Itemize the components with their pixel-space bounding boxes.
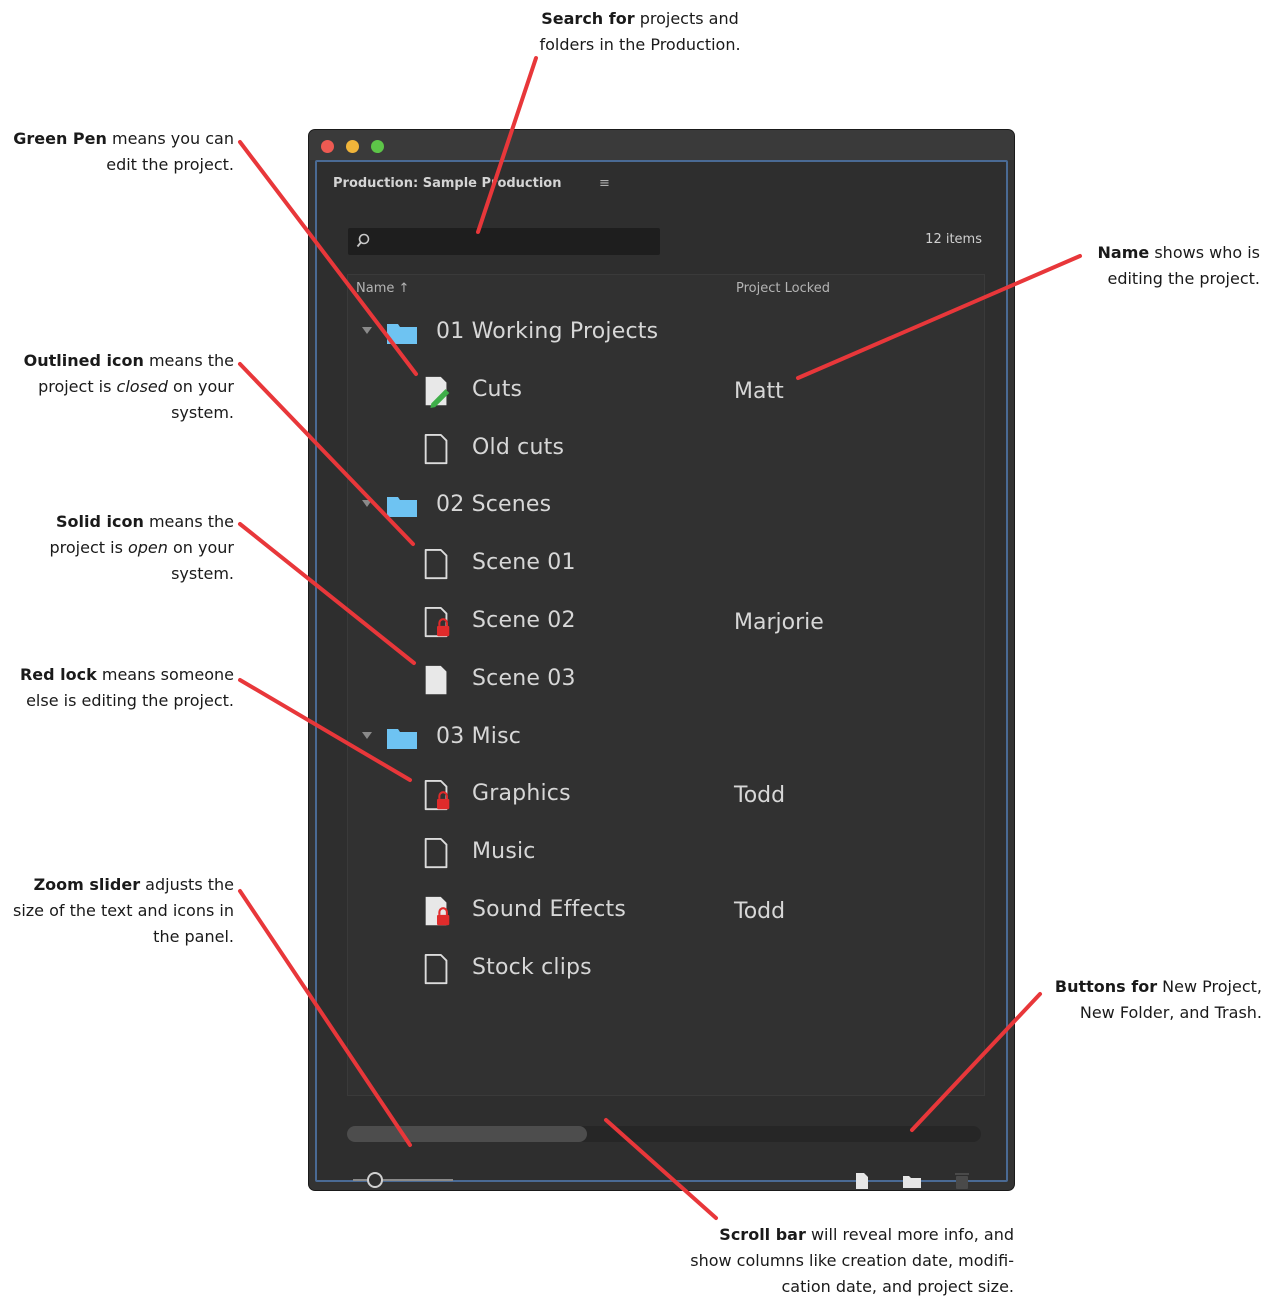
locked-by-name: Todd [734, 899, 786, 924]
solid-project-icon [425, 665, 447, 695]
row-label: Cuts [472, 376, 523, 402]
folder-row[interactable]: 03 Misc [348, 714, 984, 764]
scrollbar-thumb[interactable] [347, 1126, 587, 1142]
green-pen-project-icon [425, 376, 450, 408]
row-label: Sound Effects [472, 897, 626, 922]
row-label: 02 Scenes [436, 492, 552, 518]
zoom-slider-callout: Zoom slider adjusts the size of the text… [13, 875, 234, 946]
solid-red-lock-project-icon [425, 896, 450, 926]
red-lock-project-icon [424, 780, 450, 811]
minimize-window-button[interactable] [346, 140, 359, 153]
project-row[interactable]: Stock clips [348, 945, 984, 995]
project-list: Name ↑ Project Locked 01 Working Project… [347, 274, 985, 1096]
project-row[interactable]: Graphics Todd [348, 771, 984, 821]
title-bar [309, 130, 1014, 160]
buttons-callout: Buttons for New Project, New Folder, and… [1054, 977, 1262, 1022]
row-label: 01 Working Projects [436, 319, 659, 344]
project-row[interactable]: Music [348, 829, 984, 879]
disclosure-triangle-icon[interactable] [362, 731, 372, 739]
project-row[interactable]: Old cuts [348, 425, 984, 475]
trash-button[interactable] [951, 1170, 973, 1190]
row-label: Stock clips [472, 954, 592, 980]
project-row[interactable]: Scene 01 [348, 540, 984, 590]
column-header-project-locked[interactable]: Project Locked [736, 281, 830, 296]
zoom-slider-thumb[interactable] [367, 1172, 383, 1188]
row-label: Music [472, 839, 536, 865]
disclosure-triangle-icon[interactable] [362, 327, 372, 334]
new-folder-button[interactable] [901, 1170, 923, 1190]
project-row[interactable]: Scene 03 [348, 656, 984, 706]
outlined-project-icon [424, 953, 448, 984]
panel-title: Production: Sample Production [333, 176, 562, 191]
outlined-project-icon [424, 838, 448, 869]
project-row[interactable]: Sound Effects Todd [348, 887, 984, 937]
green-pen-callout: Green Pen means you can edit the project… [13, 129, 234, 174]
zoom-slider[interactable] [353, 1168, 453, 1190]
folder-icon [387, 497, 417, 518]
row-label: Scene 01 [472, 550, 576, 576]
close-window-button[interactable] [321, 140, 334, 153]
production-panel: Production: Sample Production ≡ 12 items… [315, 160, 1008, 1189]
production-window: Production: Sample Production ≡ 12 items… [309, 130, 1014, 1190]
trash-icon [955, 1173, 969, 1189]
folder-icon [387, 324, 417, 344]
locked-by-name: Matt [734, 378, 784, 404]
disclosure-triangle-icon[interactable] [362, 500, 372, 508]
folder-icon [387, 728, 417, 749]
panel-menu-icon[interactable]: ≡ [599, 176, 610, 191]
project-row[interactable]: Scene 02 Marjorie [348, 598, 984, 648]
row-label: Scene 02 [472, 608, 576, 633]
row-label: 03 Misc [436, 723, 522, 749]
name-callout: Name shows who is editing the project. [1097, 243, 1260, 288]
scroll-bar-callout: Scroll bar will reveal more info, and sh… [690, 1225, 1014, 1296]
outlined-project-icon [424, 549, 448, 580]
row-label: Scene 03 [472, 665, 576, 691]
row-label: Old cuts [472, 434, 565, 460]
new-project-button[interactable] [851, 1170, 873, 1190]
folder-row[interactable]: 01 Working Projects [348, 309, 984, 359]
maximize-window-button[interactable] [371, 140, 384, 153]
new-folder-icon [903, 1176, 921, 1188]
project-row[interactable]: Cuts Matt [348, 367, 984, 417]
solid-icon-callout: Solid icon means the project is open on … [49, 512, 235, 583]
red-lock-callout: Red lock means someone else is editing t… [19, 665, 234, 710]
outlined-project-icon [424, 433, 448, 464]
locked-by-name: Todd [734, 783, 786, 809]
outlined-icon-callout: Outlined icon means the project is close… [23, 351, 234, 422]
column-header-name[interactable]: Name ↑ [356, 281, 409, 296]
row-label: Graphics [472, 781, 571, 807]
new-project-icon [856, 1173, 868, 1189]
folder-row[interactable]: 02 Scenes [348, 482, 984, 532]
search-icon [356, 233, 370, 248]
red-lock-project-icon [424, 606, 450, 638]
search-input[interactable] [348, 228, 660, 255]
locked-by-name: Marjorie [734, 610, 824, 635]
item-count: 12 items [925, 232, 982, 247]
horizontal-scrollbar[interactable] [347, 1126, 981, 1142]
search-callout: Search for projects and folders in the P… [539, 9, 741, 54]
